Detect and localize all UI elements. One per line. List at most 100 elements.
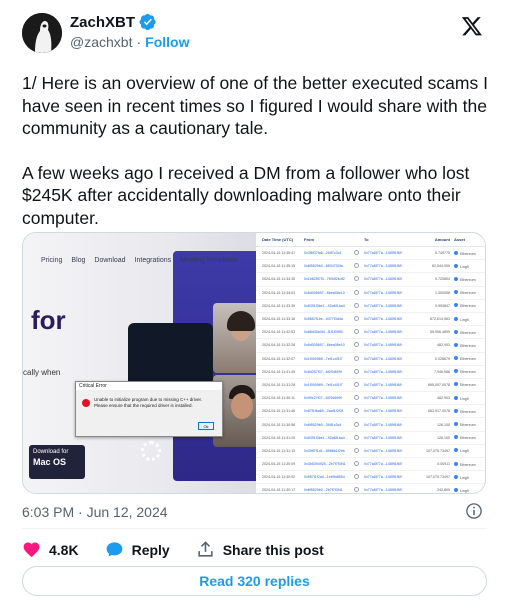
table-row: 2024-04-15 11:31:49 0x8d357f07...6f294699…	[256, 366, 485, 379]
tx-asset-label: Lingfi	[460, 264, 469, 269]
table-row: 2024-04-15 11:30:09 0x3b5394925...2b7f7f3…	[256, 458, 485, 472]
author-name-row[interactable]: ZachXBT	[70, 13, 157, 31]
tx-direction-icon	[354, 408, 364, 414]
table-row: 2024-04-15 11:32:53 0x88d35a3f4...f1f1f0f…	[256, 326, 485, 340]
verified-badge-icon	[139, 13, 156, 31]
table-row: 2024-04-15 11:35:47 0x3f8f37fa6...2f4f7c3…	[256, 247, 485, 261]
asset-icon	[454, 487, 458, 492]
media-photo-left[interactable]: Pricing Blog Download Integrations Meeti…	[23, 233, 256, 493]
tx-to: 0x77a5f77a...1489f1f69	[364, 488, 402, 493]
tx-asset-label: Ethereum	[460, 383, 476, 388]
tx-from: 0x957f1f2ad...1e6f9df554	[304, 475, 345, 480]
tx-asset-label: Ethereum	[460, 357, 476, 362]
tx-asset-label: Lingfi	[460, 396, 469, 401]
loading-spinner-icon	[141, 441, 161, 461]
reply-button[interactable]: Reply	[105, 540, 170, 559]
table-row: 2024-04-15 11:32:07 0x1f000989...7ef1c4f1…	[256, 353, 485, 366]
like-button[interactable]: 4.8K	[22, 540, 79, 559]
tx-direction-icon	[354, 395, 364, 401]
media-photo-right-transactions[interactable]: Date Time (UTC) From To Amount Asset 202…	[256, 233, 485, 493]
tx-from: 0x1f000989...7ef1c4f1f7	[304, 356, 343, 361]
separator: ·	[136, 34, 142, 50]
asset-icon	[454, 329, 458, 334]
x-logo-icon[interactable]	[461, 15, 483, 37]
tx-to: 0x77a5f77a...1489f1f69	[364, 330, 402, 335]
asset-icon	[454, 408, 458, 413]
tx-from: 0x6f5529b0...3f4f1c3c4	[304, 422, 342, 427]
tx-asset-label: Ethereum	[460, 423, 476, 428]
tx-direction-icon	[354, 368, 364, 375]
photo-nav-item: Blog	[71, 257, 86, 264]
table-row: 2024-04-15 11:34:03 0x6d005697...6bea06e1…	[256, 287, 485, 300]
tweet-timestamp[interactable]: 6:03 PM · Jun 12, 2024	[22, 504, 168, 520]
info-icon[interactable]	[465, 502, 483, 520]
like-count: 4.8K	[49, 541, 79, 558]
tx-amount: 872,614,563	[430, 317, 450, 322]
tx-datetime: 2024-04-15 11:35:47	[262, 251, 296, 256]
photo-headline: for	[31, 305, 66, 335]
download-line2: Mac OS	[33, 457, 67, 467]
tx-asset: Ethereum	[454, 290, 484, 295]
col-header: Amount	[434, 237, 450, 242]
asset-icon	[454, 250, 458, 255]
author-name[interactable]: ZachXBT	[70, 14, 135, 31]
tx-amount: 126,100	[437, 422, 450, 427]
tx-datetime: 2024-04-15 11:31:46	[262, 409, 296, 414]
tx-asset-label: Ethereum	[460, 343, 476, 348]
share-icon	[198, 541, 213, 557]
photo-download-button: Download for Mac OS	[29, 445, 85, 479]
tx-datetime: 2024-04-15 11:32:53	[262, 330, 296, 335]
author-handle[interactable]: @zachxbt	[70, 34, 132, 50]
media-image[interactable]: Pricing Blog Download Integrations Meeti…	[22, 232, 486, 494]
tx-to: 0x77a5f77a...1489f1f69	[364, 396, 402, 401]
share-button[interactable]: Share this post	[196, 540, 324, 559]
tx-direction-icon	[354, 487, 364, 493]
table-row: 2024-04-15 11:30:02 0x957f1f2ad...1e6f9df…	[256, 471, 485, 485]
tx-from: 0x88d35a3f4...f1f1f0f9f0	[304, 330, 343, 335]
tx-asset-label: Ethereum	[460, 436, 476, 441]
follow-button[interactable]: Follow	[145, 34, 189, 50]
photo-nav-item: Meeting templates	[180, 257, 238, 264]
tx-datetime: 2024-04-15 11:30:02	[262, 475, 296, 480]
error-dialog: Critical Error Unable to initialize prog…	[75, 381, 223, 437]
photo-site-nav: Pricing Blog Download Integrations Meeti…	[41, 257, 237, 264]
tx-direction-icon	[354, 447, 364, 454]
photo-nav-item: Download	[94, 257, 126, 264]
tx-datetime: 2024-04-15 11:30:58	[262, 422, 296, 427]
error-ok-button: Ok	[198, 422, 214, 430]
tx-from: 0x6d005697...6bea06e10	[304, 290, 345, 295]
asset-icon	[454, 461, 458, 466]
tx-asset: Lingfi	[454, 316, 484, 322]
tx-datetime: 2024-04-15 11:31:49	[262, 369, 296, 374]
table-row: 2024-04-15 11:35:15 0x6f5529b0...8534700f…	[256, 260, 485, 274]
tx-asset-label: Ethereum	[460, 462, 476, 467]
tx-datetime: 2024-04-15 11:32:28	[262, 343, 296, 348]
read-replies-button[interactable]: Read 320 replies	[22, 566, 487, 596]
tx-from: 0x8391f3be1...92a6f1ba4	[304, 303, 345, 308]
tx-direction-icon	[354, 355, 364, 362]
tx-direction-icon	[354, 329, 364, 335]
tx-asset-label: Ethereum	[460, 304, 476, 309]
tx-direction-icon	[354, 421, 364, 428]
tx-asset: Lingfi	[454, 448, 484, 453]
table-row: 2024-04-15 11:30:11 0x99c27f07...6f294699…	[256, 392, 485, 406]
tx-amount: 0.993847	[435, 303, 450, 308]
tx-direction-icon	[354, 381, 364, 388]
asset-icon	[454, 474, 458, 479]
tx-direction-icon	[354, 276, 364, 282]
tx-direction-icon	[354, 250, 364, 256]
photo-subtext: cally when	[23, 368, 61, 377]
reply-bubble-icon	[106, 542, 122, 557]
transactions-body: 2024-04-15 11:35:47 0x3f8f37fa6...2f4f7c3…	[256, 247, 485, 493]
asset-icon	[454, 435, 458, 440]
tx-asset: Lingfi	[454, 263, 484, 269]
tx-asset: Ethereum	[454, 356, 484, 361]
tx-direction-icon	[354, 434, 364, 441]
table-row: 2024-04-15 11:31:28 0x1f000989...7ef1c4f1…	[256, 379, 485, 393]
tx-amount: 665,057.0078	[428, 382, 450, 387]
avatar[interactable]	[22, 13, 62, 53]
tx-amount: 126,100	[437, 435, 450, 440]
tx-asset: Ethereum	[454, 382, 484, 387]
tx-datetime: 2024-04-15 11:34:35	[262, 277, 296, 282]
tx-from: 0x6d005697...6bea06e10	[304, 343, 345, 348]
